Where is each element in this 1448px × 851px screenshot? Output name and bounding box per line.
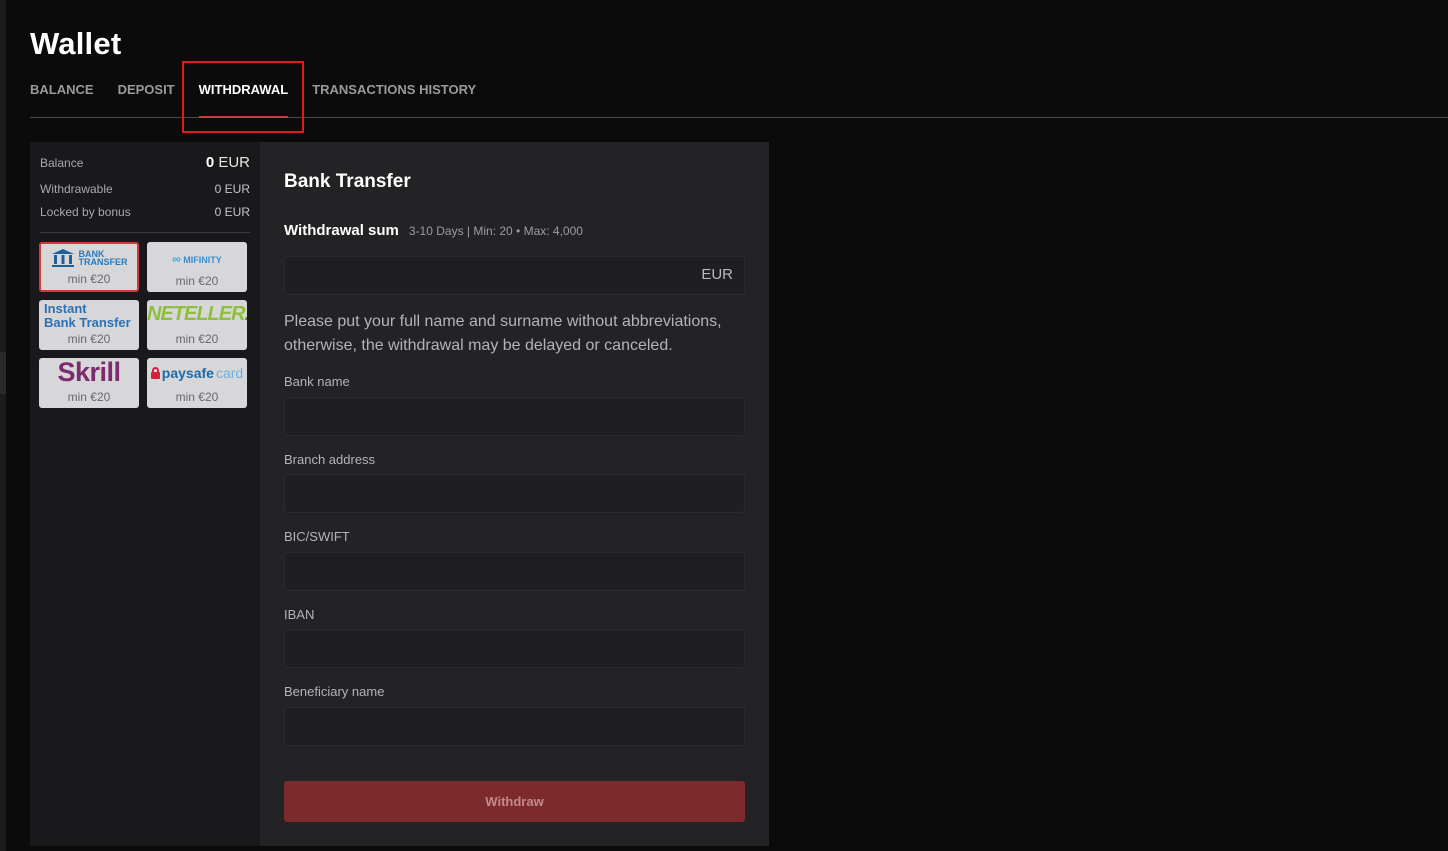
instant-bank-transfer-logo: Instant Bank Transfer <box>44 302 139 330</box>
method-paysafecard[interactable]: paysafe card min €20 <box>147 358 247 408</box>
page-title: Wallet <box>30 26 122 61</box>
balance-value: 0 EUR <box>206 154 250 171</box>
locked-bonus-row: Locked by bonus 0 EUR <box>40 205 250 219</box>
window-edge <box>0 0 6 851</box>
method-min: min €20 <box>175 274 219 288</box>
ibt-logo-line1: Instant <box>44 301 87 316</box>
lock-icon <box>150 367 160 379</box>
edge-handle[interactable] <box>0 352 6 394</box>
bank-name-label: Bank name <box>284 374 350 389</box>
neteller-logo-dot: . <box>245 303 247 325</box>
balance-currency: EUR <box>218 154 250 171</box>
locked-bonus-label: Locked by bonus <box>40 205 131 219</box>
method-skrill[interactable]: Skrill min €20 <box>39 358 139 408</box>
beneficiary-name-label: Beneficiary name <box>284 684 385 699</box>
paysafecard-logo: paysafe card <box>147 365 247 381</box>
method-bank-transfer[interactable]: BANK TRANSFER min €20 <box>39 242 139 292</box>
neteller-logo: NETELLER. <box>147 303 247 326</box>
mifinity-logo: ∞ MIFINITY <box>147 252 247 266</box>
currency-label: EUR <box>701 266 733 283</box>
balance-sidebar: Balance 0 EUR Withdrawable 0 EUR Locked … <box>30 142 260 846</box>
withdrawal-form: Bank Transfer Withdrawal sum 3-10 Days |… <box>260 142 769 846</box>
neteller-logo-text: NETELLER <box>147 303 246 325</box>
paysafe-logo-part2: card <box>215 365 244 381</box>
skrill-logo: Skrill <box>57 358 121 387</box>
balance-amount: 0 <box>205 154 215 171</box>
bic-swift-label: BIC/SWIFT <box>284 529 350 544</box>
withdrawal-sum-input[interactable] <box>284 256 745 295</box>
locked-bonus-value: 0 EUR <box>214 205 250 219</box>
payment-methods: BANK TRANSFER min €20 ∞ MIFINITY min €20 … <box>39 242 253 408</box>
withdraw-button[interactable]: Withdraw <box>284 781 745 822</box>
branch-address-label: Branch address <box>284 452 376 467</box>
method-mifinity[interactable]: ∞ MIFINITY min €20 <box>147 242 247 292</box>
iban-input[interactable] <box>284 629 745 668</box>
tab-withdrawal[interactable]: WITHDRAWAL <box>198 80 288 118</box>
method-instant-bank-transfer[interactable]: Instant Bank Transfer min €20 <box>39 300 139 350</box>
bank-name-input[interactable] <box>284 397 745 436</box>
withdrawal-sum-header: Withdrawal sum 3-10 Days | Min: 20 • Max… <box>284 222 583 239</box>
method-min: min €20 <box>175 390 219 404</box>
withdrawal-sum-label: Withdrawal sum <box>284 222 399 239</box>
tab-balance[interactable]: BALANCE <box>30 80 94 117</box>
balance-row: Balance 0 EUR <box>40 154 250 171</box>
bic-swift-input[interactable] <box>284 552 745 591</box>
method-min: min €20 <box>67 272 111 286</box>
method-neteller[interactable]: NETELLER. min €20 <box>147 300 247 350</box>
branch-address-input[interactable] <box>284 474 745 513</box>
tab-deposit[interactable]: DEPOSIT <box>118 80 175 117</box>
withdrawable-label: Withdrawable <box>40 182 113 196</box>
iban-label: IBAN <box>284 607 315 622</box>
divider <box>40 232 250 233</box>
bank-icon <box>51 249 74 267</box>
mifinity-logo-text: MIFINITY <box>183 255 222 265</box>
withdrawable-value: 0 EUR <box>214 182 250 196</box>
infinity-icon: ∞ <box>172 252 181 266</box>
form-title: Bank Transfer <box>284 171 411 192</box>
method-min: min €20 <box>67 390 111 404</box>
withdrawal-sum-wrapper: EUR <box>284 256 745 295</box>
bank-transfer-logo: BANK TRANSFER <box>41 248 137 268</box>
bank-logo-line2: TRANSFER <box>78 257 128 267</box>
withdrawable-row: Withdrawable 0 EUR <box>40 182 250 196</box>
ibt-logo-line2: Bank Transfer <box>44 315 131 330</box>
beneficiary-name-input[interactable] <box>284 707 745 746</box>
method-min: min €20 <box>175 332 219 346</box>
method-min: min €20 <box>67 332 111 346</box>
withdrawal-sum-info: 3-10 Days | Min: 20 • Max: 4,000 <box>408 224 583 238</box>
wallet-tabs: BALANCE DEPOSIT WITHDRAWAL TRANSACTIONS … <box>30 80 1448 118</box>
tab-transactions-history[interactable]: TRANSACTIONS HISTORY <box>312 80 476 117</box>
balance-label: Balance <box>40 156 84 170</box>
name-notice: Please put your full name and surname wi… <box>284 313 722 354</box>
paysafe-logo-part1: paysafe <box>161 365 214 381</box>
